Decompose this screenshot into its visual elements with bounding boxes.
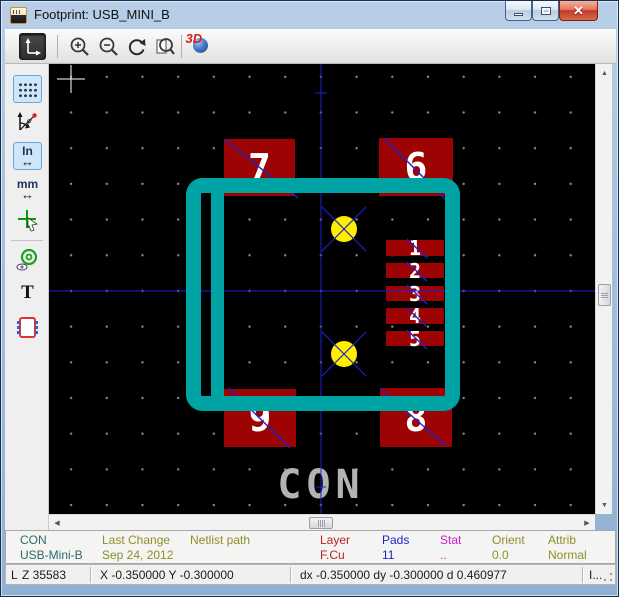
- scroll-left-button[interactable]: ◀: [50, 516, 64, 530]
- toolbar-separator: [181, 35, 182, 58]
- vertical-scroll-thumb[interactable]: [598, 284, 611, 306]
- divider: [582, 567, 583, 583]
- coordinate-status-bar: L Z 35583 X -0.350000 Y -0.300000 dx -0.…: [5, 564, 616, 585]
- footprint-info-bar: CONUSB-Mini-B Last ChangeSep 24, 2012 Ne…: [5, 530, 616, 564]
- polar-coords-button[interactable]: φ: [13, 108, 42, 136]
- scroll-right-button[interactable]: ▶: [580, 516, 594, 530]
- axis-origin-icon: [23, 37, 43, 57]
- grid-cursor-cross: [57, 65, 85, 93]
- toolbar-separator: [11, 240, 43, 241]
- divider: [90, 567, 91, 583]
- mounting-hole-top: [322, 207, 366, 251]
- minimize-button[interactable]: [505, 1, 532, 21]
- close-icon: ✕: [573, 3, 584, 19]
- field-value: 0.0: [492, 548, 525, 563]
- resize-grip[interactable]: [602, 571, 614, 583]
- zoom-fit-button[interactable]: [151, 33, 178, 60]
- scroll-up-button[interactable]: ▲: [597, 66, 612, 80]
- field-attrib: AttribNormal: [548, 533, 587, 563]
- grid-toggle-button[interactable]: [13, 75, 42, 103]
- mounting-hole-bottom: [322, 332, 366, 376]
- footprint-canvas[interactable]: 7 6 9 8 1 2 3 4 5 CON: [49, 64, 595, 514]
- double-arrow-icon: ↔: [21, 156, 34, 167]
- view-3d-icon: 3D: [189, 35, 213, 59]
- double-arrow-icon: ↔: [21, 189, 34, 200]
- units-mm-button[interactable]: mm ↔: [13, 175, 42, 203]
- grid-dots-icon: [17, 81, 39, 98]
- pad-rings-eye-icon: [16, 248, 40, 272]
- field-last-change: Last ChangeSep 24, 2012: [102, 533, 173, 563]
- field-value: Normal: [548, 548, 587, 563]
- options-toolbar: φ In ↔ mm ↔ T: [5, 64, 49, 530]
- cursor-position: X -0.350000 Y -0.300000: [100, 568, 234, 582]
- scroll-down-button[interactable]: ▼: [597, 498, 612, 512]
- field-label: CON: [20, 533, 83, 548]
- maximize-button[interactable]: [532, 1, 559, 21]
- field-orient: Orient0.0: [492, 533, 525, 563]
- cursor-shape-button[interactable]: [13, 206, 42, 234]
- display-options-button[interactable]: [19, 33, 46, 60]
- magnifier-plus-icon: [69, 36, 91, 58]
- field-value: ..: [440, 548, 461, 563]
- module-outline-icon: [19, 317, 36, 338]
- field-layer: LayerF.Cu: [320, 533, 350, 563]
- text-icon: T: [21, 282, 34, 304]
- zoom-in-button[interactable]: [66, 33, 93, 60]
- field-value: Sep 24, 2012: [102, 548, 173, 563]
- field-label: Attrib: [548, 533, 587, 548]
- field-label: Pads: [382, 533, 409, 548]
- footprint-viewer-window: Footprint: USB_MINI_B ✕: [0, 0, 619, 597]
- field-label: Orient: [492, 533, 525, 548]
- horizontal-scrollbar[interactable]: ◀ ▶: [49, 514, 595, 530]
- field-pads: Pads11: [382, 533, 409, 563]
- divider: [290, 567, 291, 583]
- units-inch-button[interactable]: In ↔: [13, 142, 42, 170]
- field-label: Netlist path: [190, 533, 250, 548]
- zoom-out-button[interactable]: [95, 33, 122, 60]
- mode-indicator: L: [11, 568, 18, 582]
- field-stat: Stat..: [440, 533, 461, 563]
- title-bar: Footprint: USB_MINI_B ✕: [1, 1, 619, 29]
- body-outline: [194, 186, 453, 404]
- field-value: 11: [382, 548, 409, 563]
- window-title: Footprint: USB_MINI_B: [34, 7, 170, 22]
- show-text-sketch-button[interactable]: T: [13, 279, 42, 307]
- field-value: F.Cu: [320, 548, 350, 563]
- magnifier-minus-icon: [98, 36, 120, 58]
- redraw-button[interactable]: [123, 33, 150, 60]
- close-button[interactable]: ✕: [559, 1, 598, 21]
- field-value: USB-Mini-B: [20, 548, 83, 563]
- relative-position: dx -0.350000 dy -0.300000 d 0.460977: [300, 568, 507, 582]
- zoom-level: Z 35583: [22, 568, 66, 582]
- field-label: Stat: [440, 533, 461, 548]
- canvas-overlay: [49, 64, 595, 514]
- maximize-icon: [541, 7, 551, 15]
- polar-coordinates-icon: φ: [16, 110, 40, 134]
- view-3d-button[interactable]: 3D: [187, 33, 214, 60]
- units-indicator: I...: [589, 568, 602, 582]
- full-cursor-icon: [16, 208, 40, 232]
- magnifier-page-icon: [154, 36, 176, 58]
- circular-arrow-icon: [126, 36, 148, 58]
- app-icon: [10, 7, 27, 24]
- vertical-scrollbar[interactable]: ▲ ▼: [595, 64, 612, 514]
- main-toolbar: 3D: [5, 29, 616, 64]
- field-name: CONUSB-Mini-B: [20, 533, 83, 563]
- show-edges-sketch-button[interactable]: [13, 313, 42, 341]
- horizontal-scroll-thumb[interactable]: [309, 517, 333, 529]
- field-netlist-path: Netlist path: [190, 533, 250, 548]
- toolbar-separator: [57, 35, 58, 58]
- minimize-icon: [514, 13, 523, 16]
- svg-text:φ: φ: [27, 118, 32, 125]
- show-pads-button[interactable]: [13, 246, 42, 274]
- field-label: Layer: [320, 533, 350, 548]
- field-label: Last Change: [102, 533, 173, 548]
